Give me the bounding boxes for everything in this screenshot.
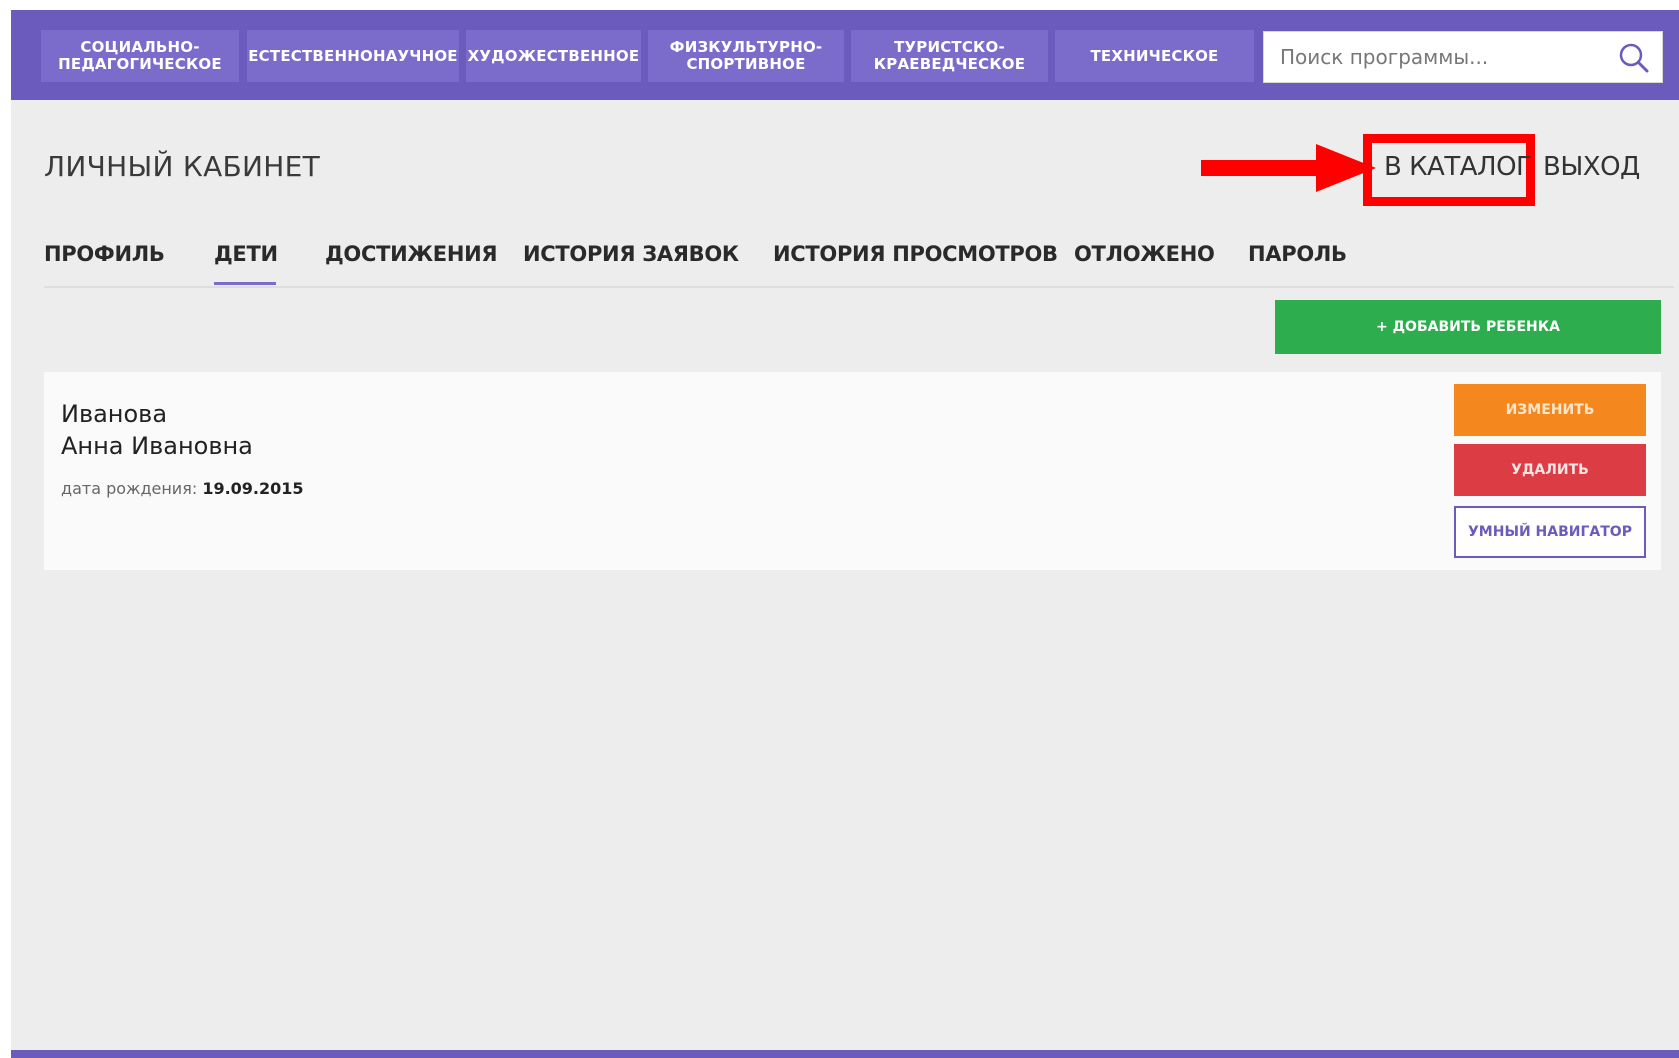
child-first-names: Анна Ивановна: [61, 432, 253, 460]
tab-postponed[interactable]: ОТЛОЖЕНО: [1074, 242, 1215, 266]
category-natural-science[interactable]: ЕСТЕСТВЕННОНАУЧНОЕ: [247, 30, 459, 82]
page-title: ЛИЧНЫЙ КАБИНЕТ: [44, 150, 321, 183]
child-card: Иванова Анна Ивановна дата рождения: 19.…: [44, 372, 1661, 570]
delete-child-button[interactable]: УДАЛИТЬ: [1454, 444, 1646, 496]
smart-navigator-button[interactable]: УМНЫЙ НАВИГАТОР: [1454, 506, 1646, 558]
child-last-name: Иванова: [61, 400, 168, 428]
add-child-button[interactable]: + ДОБАВИТЬ РЕБЕНКА: [1275, 300, 1661, 354]
category-tourism-local-history[interactable]: ТУРИСТСКО- КРАЕВЕДЧЕСКОЕ: [851, 30, 1048, 82]
active-tab-indicator: [214, 282, 276, 285]
birth-date-label: дата рождения:: [61, 479, 198, 498]
category-artistic[interactable]: ХУДОЖЕСТВЕННОЕ: [466, 30, 641, 82]
category-technical[interactable]: ТЕХНИЧЕСКОЕ: [1055, 30, 1254, 82]
edit-child-button[interactable]: ИЗМЕНИТЬ: [1454, 384, 1646, 436]
footer-bar: [11, 1050, 1679, 1058]
category-social-pedagogical[interactable]: СОЦИАЛЬНО- ПЕДАГОГИЧЕСКОЕ: [41, 30, 239, 82]
account-tabs: ПРОФИЛЬ ДЕТИ ДОСТИЖЕНИЯ ИСТОРИЯ ЗАЯВОК И…: [44, 220, 1674, 288]
tab-profile[interactable]: ПРОФИЛЬ: [44, 242, 165, 266]
search-input[interactable]: [1264, 32, 1604, 82]
page-frame: СОЦИАЛЬНО- ПЕДАГОГИЧЕСКОЕ ЕСТЕСТВЕННОНАУ…: [11, 10, 1679, 1058]
tab-children[interactable]: ДЕТИ: [214, 242, 278, 266]
category-nav-bar: СОЦИАЛЬНО- ПЕДАГОГИЧЕСКОЕ ЕСТЕСТВЕННОНАУ…: [11, 10, 1679, 100]
tab-achievements[interactable]: ДОСТИЖЕНИЯ: [325, 242, 498, 266]
child-birth-date: дата рождения: 19.09.2015: [61, 479, 304, 498]
category-physical-sports[interactable]: ФИЗКУЛЬТУРНО- СПОРТИВНОЕ: [648, 30, 844, 82]
tab-password[interactable]: ПАРОЛЬ: [1248, 242, 1347, 266]
annotation-arrow-icon: [1201, 144, 1376, 192]
tab-application-history[interactable]: ИСТОРИЯ ЗАЯВОК: [523, 242, 739, 266]
catalog-link[interactable]: В КАТАЛОГ: [1384, 152, 1532, 182]
birth-date-value: 19.09.2015: [202, 479, 304, 498]
search-box: [1263, 31, 1663, 83]
search-icon[interactable]: [1618, 42, 1650, 74]
logout-link[interactable]: ВЫХОД: [1543, 152, 1640, 182]
tab-view-history[interactable]: ИСТОРИЯ ПРОСМОТРОВ: [773, 242, 1058, 266]
